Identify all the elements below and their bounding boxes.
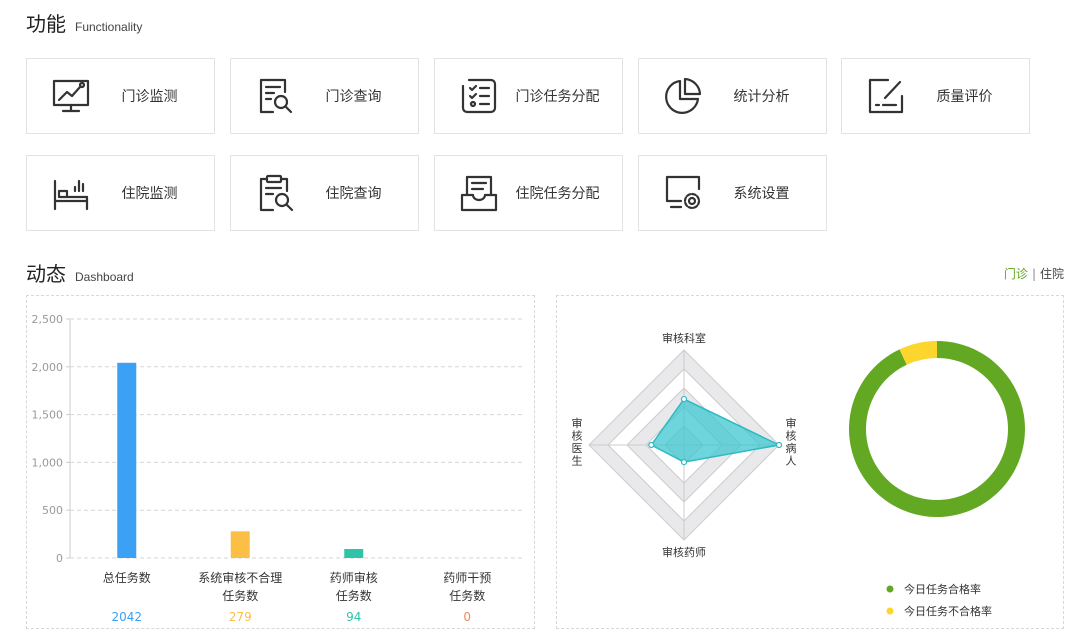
x-category-label: 总任务数 — [103, 570, 151, 585]
y-tick-label: 2,000 — [32, 361, 64, 374]
x-category-label: 任务数 — [336, 588, 372, 603]
y-tick-label: 2,500 — [32, 313, 64, 326]
radar-data-point — [680, 459, 688, 466]
radar-indicator-char: 核 — [786, 429, 797, 443]
dashboard-subtitle: Dashboard — [75, 270, 134, 284]
switch-outpatient[interactable]: 门诊 — [1004, 267, 1028, 281]
y-tick-label: 500 — [42, 504, 63, 517]
switch-inpatient[interactable]: 住院 — [1040, 267, 1064, 281]
clipboard-search-icon — [255, 173, 295, 213]
bar-value-label: 2042 — [111, 610, 142, 624]
tile-quality-evaluation[interactable]: 质量评价 — [841, 58, 1030, 134]
monitor-chart-icon — [51, 76, 91, 116]
tile-label: 住院监测 — [121, 186, 178, 202]
bar-value-label: 94 — [346, 610, 361, 624]
x-category-label: 药师干预 — [443, 571, 491, 585]
bar — [117, 362, 137, 558]
donut-slice — [899, 341, 937, 365]
radar-indicator-char: 人 — [786, 455, 797, 468]
tile-label: 门诊监测 — [121, 89, 178, 105]
x-category-label: 任务数 — [222, 588, 258, 603]
tile-inpatient-monitor[interactable]: 住院监测 — [26, 155, 215, 231]
bar-chart-panel: 0 500 1,000 1,500 2,000 2,500 总任务数 2042 系统审核不合理任… — [26, 295, 535, 629]
y-tick-label: 0 — [56, 552, 63, 565]
tile-label: 门诊查询 — [325, 89, 382, 105]
bar-value-label: 0 — [463, 610, 471, 624]
dashboard-header: 动态 Dashboard — [26, 258, 134, 287]
radar-data-point — [648, 441, 655, 449]
legend-marker — [886, 585, 894, 593]
settings-monitor-icon — [663, 173, 703, 213]
radar-indicator-label: 审核科室 — [662, 331, 706, 345]
radar-data-point — [680, 395, 688, 403]
document-search-icon — [255, 76, 295, 116]
tile-outpatient-task-assign[interactable]: 门诊任务分配 — [434, 58, 623, 134]
radar-indicator-char: 医 — [572, 442, 583, 455]
tile-label: 质量评价 — [936, 89, 993, 105]
x-category-label: 系统审核不合理 — [198, 570, 282, 585]
audit-radar-chart: 审核科室审核药师审核病人审核医生今日任务合格率今日任务不合格率 — [572, 331, 1025, 618]
radar-indicator-char: 生 — [572, 454, 583, 468]
hospital-bed-icon — [51, 173, 91, 213]
y-tick-label: 1,500 — [32, 409, 64, 422]
donut-slice — [849, 341, 1025, 517]
x-category-label: 药师审核 — [330, 570, 378, 585]
pie-chart-icon — [663, 76, 703, 116]
radar-indicator-char: 病 — [786, 441, 797, 455]
tile-label: 系统设置 — [733, 186, 790, 202]
functionality-subtitle: Functionality — [75, 20, 143, 34]
radar-indicator-label: 审核病人 — [786, 416, 797, 468]
bar — [344, 549, 364, 558]
tile-label: 住院任务分配 — [515, 186, 600, 202]
radar-indicator-char: 审 — [572, 416, 583, 430]
tile-outpatient-monitor[interactable]: 门诊监测 — [26, 58, 215, 134]
tile-label: 住院查询 — [325, 186, 382, 202]
bar-value-label: 279 — [229, 610, 252, 624]
inbox-task-icon — [459, 173, 499, 213]
edit-rating-icon — [866, 76, 906, 116]
tile-inpatient-task-assign[interactable]: 住院任务分配 — [434, 155, 623, 231]
radar-donut-panel: 审核科室 审核药师审核病人审核医生今日任务合格率 今日任务不合格率 — [556, 295, 1064, 629]
task-bar-chart: 05001,0001,5002,0002,500总任务数2042系统审核不合理任… — [32, 313, 524, 624]
legend-label: 今日任务合格率 — [904, 582, 981, 596]
legend-marker — [886, 607, 894, 615]
dashboard-title: 动态 — [26, 262, 66, 286]
y-tick-label: 1,000 — [32, 456, 64, 469]
radar-indicator-label: 审核药师 — [662, 545, 706, 559]
bar — [230, 531, 250, 558]
tile-label: 门诊任务分配 — [515, 89, 600, 105]
functionality-header: 功能 Functionality — [26, 8, 142, 37]
tile-statistics[interactable]: 统计分析 — [638, 58, 827, 134]
radar-indicator-char: 审 — [786, 416, 797, 430]
task-checklist-icon — [459, 76, 499, 116]
tile-outpatient-query[interactable]: 门诊查询 — [230, 58, 419, 134]
legend-label: 今日任务不合格率 — [904, 604, 992, 618]
tile-system-settings[interactable]: 系统设置 — [638, 155, 827, 231]
outpatient-inpatient-switch: 门诊 | 住院 — [1004, 265, 1064, 282]
switch-separator: | — [1031, 267, 1036, 281]
functionality-title: 功能 — [26, 12, 66, 36]
radar-data-point — [775, 441, 783, 449]
tile-inpatient-query[interactable]: 住院查询 — [230, 155, 419, 231]
x-category-label: 任务数 — [449, 588, 485, 603]
tile-label: 统计分析 — [733, 89, 790, 105]
radar-indicator-label: 审核医生 — [572, 416, 583, 468]
radar-indicator-char: 核 — [572, 429, 583, 443]
